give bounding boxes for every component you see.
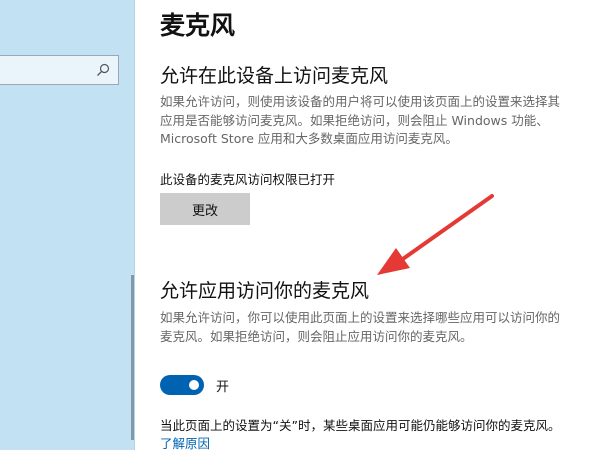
device-access-desc-line2: 应用是否能够访问麦克风。如果拒绝访问，则会阻止 Windows 功能、 xyxy=(160,113,549,128)
settings-content: 麦克风 允许在此设备上访问麦克风 如果允许访问，则使用该设备的用户将可以使用该页… xyxy=(160,0,600,452)
search-input[interactable] xyxy=(0,55,119,85)
learn-more-link[interactable]: 了解原因 xyxy=(160,433,210,452)
change-button[interactable]: 更改 xyxy=(160,193,250,225)
device-access-status: 此设备的麦克风访问权限已打开 xyxy=(160,172,336,187)
page-title: 麦克风 xyxy=(160,11,236,40)
device-access-heading: 允许在此设备上访问麦克风 xyxy=(160,65,389,87)
device-access-desc-line1: 如果允许访问，则使用该设备的用户将可以使用该页面上的设置来选择其 xyxy=(160,94,561,109)
toggle-state-label: 开 xyxy=(216,380,230,395)
desktop-apps-note: 当此页面上的设置为“关”时，某些桌面应用可能仍能够访问你的麦克风。 xyxy=(160,418,561,433)
sidebar-scrollbar[interactable] xyxy=(131,275,134,440)
app-access-toggle[interactable] xyxy=(160,375,204,395)
app-access-desc-line2: 麦克风。如果拒绝访问，则会阻止应用访问你的麦克风。 xyxy=(160,329,473,344)
toggle-knob xyxy=(189,380,199,390)
device-access-desc-line3: Microsoft Store 应用和大多数桌面应用访问麦克风。 xyxy=(160,131,458,146)
app-access-desc-line1: 如果允许访问，你可以使用此页面上的设置来选择哪些应用可以访问你的 xyxy=(160,310,561,325)
app-access-heading: 允许应用访问你的麦克风 xyxy=(160,280,370,302)
search-icon xyxy=(97,63,110,76)
sidebar xyxy=(0,0,135,450)
